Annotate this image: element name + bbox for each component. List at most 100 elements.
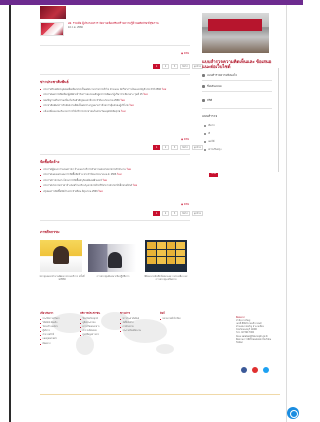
rss-icon: ◉ xyxy=(181,203,184,206)
twitter-icon[interactable] xyxy=(263,367,269,373)
social-links xyxy=(241,367,269,373)
contact-block: ติดต่อเรา สำนักงานใหญ่ เลขที่ 88/24 ถนนต… xyxy=(236,317,278,345)
page-2-button[interactable]: 2 xyxy=(162,145,169,150)
page-3-button[interactable]: 3 xyxy=(171,145,178,150)
last-page-button[interactable]: สุดท้าย xyxy=(191,145,204,150)
bullet-icon xyxy=(40,100,42,102)
footer-link[interactable]: ดาวน์โหลดเอกสาร xyxy=(80,326,114,329)
footer-column-about: เกี่ยวกับเรา ประวัติความเป็นมา วิสัยทัศน… xyxy=(40,311,74,347)
banner-image[interactable] xyxy=(40,6,66,19)
footer-link[interactable]: จัดซื้อจัดจ้าง xyxy=(120,322,154,325)
poll-option[interactable]: พอใช้ xyxy=(204,140,214,144)
page-2-button[interactable]: 2 xyxy=(162,64,169,69)
vote-button[interactable]: โหวต xyxy=(209,173,218,177)
gallery-caption[interactable]: การประชุมสัมมนาเชิงปฏิบัติการ xyxy=(88,275,138,278)
gallery-photo[interactable] xyxy=(145,240,187,272)
news-thumbnail[interactable] xyxy=(40,22,64,36)
document-icon xyxy=(202,74,205,78)
top-accent-bar xyxy=(0,0,303,5)
stats-link[interactable]: สถิติ xyxy=(202,98,212,103)
rss-link[interactable]: ◉ RSS xyxy=(181,138,189,141)
list-item[interactable]: ประกาศเผยแพร่แผนการจัดซื้อจัดจ้าง ประจำป… xyxy=(40,173,190,176)
poll-title: แบบสำรวจ xyxy=(202,114,218,118)
footer-link[interactable]: ร้องเรียนร้องทุกข์ xyxy=(80,318,114,321)
left-border xyxy=(9,5,11,422)
page-1-button[interactable]: 1 xyxy=(153,145,160,150)
sidebar-title: แบบสำรวจความคิดเห็นและ ข้อเสนอแนะต่อเว็บ… xyxy=(202,59,272,70)
pagination-top: 1 2 3 ถัดไป สุดท้าย xyxy=(153,64,204,69)
list-item[interactable]: ขอเชิญร่วมกิจกรรมเนื่องในวันสำคัญของชาติ… xyxy=(40,99,190,102)
news-item[interactable]: อย. ร่วมมือ ผู้ประกอบการ จัดงานเพื่อเสริ… xyxy=(68,21,186,29)
divider xyxy=(202,80,272,81)
list-item[interactable]: ประกาศราคากลางโครงการจัดซื้อครุภัณฑ์คอมพ… xyxy=(40,179,190,182)
list-item[interactable]: ประกาศผู้ชนะการเสนอราคา จ้างเหมาบริการทำ… xyxy=(40,168,190,171)
footer-heading: ลิงก์ xyxy=(160,311,165,315)
bullet-icon xyxy=(40,180,42,182)
list-item[interactable]: ประกาศประกวดราคาจ้างก่อสร้างปรับปรุงอาคา… xyxy=(40,184,190,187)
footer-link[interactable]: ประวัติความเป็นมา xyxy=(40,318,74,321)
footer-link[interactable]: วิสัยทัศน์ พันธกิจ xyxy=(40,322,74,325)
rss-link[interactable]: ◉ RSS xyxy=(181,52,189,55)
announcements-section: ข่าวประชาสัมพันธ์ ประกาศรับสมัครบุคคลเพื… xyxy=(40,79,190,115)
next-page-button[interactable]: ถัดไป xyxy=(180,145,190,150)
footer-column-news: ข่าวสาร ข่าวประชาสัมพันธ์ จัดซื้อจัดจ้าง… xyxy=(120,311,154,334)
gallery-photo[interactable] xyxy=(88,244,136,272)
page-1-button[interactable]: 1 xyxy=(153,64,160,69)
footer-link[interactable]: แผนยุทธศาสตร์ xyxy=(40,338,74,341)
page-1-button[interactable]: 1 xyxy=(153,211,160,216)
bullet-icon xyxy=(40,191,42,193)
page-3-button[interactable]: 3 xyxy=(171,64,178,69)
facebook-icon[interactable] xyxy=(241,367,247,373)
footer-column-links: ลิงก์ หน่วยงานที่เกี่ยวข้อง xyxy=(160,311,194,322)
youtube-icon[interactable] xyxy=(252,367,258,373)
footer-link[interactable]: โครงสร้างองค์กร xyxy=(40,326,74,329)
radio-icon xyxy=(204,148,207,152)
suggestion-link[interactable]: ข้อเสนอแนะ xyxy=(202,84,222,89)
footer-link[interactable]: ข่าวประชาสัมพันธ์ xyxy=(120,318,154,321)
list-item[interactable]: ประกาศผลการคัดเลือกผู้สมัครเข้ารับการอบร… xyxy=(40,93,190,96)
divider xyxy=(202,108,272,109)
gallery-caption[interactable]: ประชุมคณะทำงานพัฒนาระบบบริการ ครั้งที่ 1… xyxy=(38,275,86,281)
last-page-button[interactable]: สุดท้าย xyxy=(191,211,204,216)
sidebar-scroll-track[interactable] xyxy=(278,68,279,172)
procurement-section: จัดซื้อจัดจ้าง ประกาศผู้ชนะการเสนอราคา จ… xyxy=(40,159,190,195)
footer-link[interactable]: คำถามที่พบบ่อย xyxy=(80,330,114,333)
list-item[interactable]: สรุปผลการจัดซื้อจัดจ้างประจำเดือน มิถุนา… xyxy=(40,190,190,193)
poll-option[interactable]: ดีมาก xyxy=(204,124,215,128)
gallery-photo[interactable] xyxy=(40,240,82,272)
footer-link[interactable]: ผู้บริหาร xyxy=(40,330,74,333)
next-page-button[interactable]: ถัดไป xyxy=(180,211,190,216)
chat-icon[interactable] xyxy=(287,407,299,419)
radio-icon xyxy=(204,132,207,136)
next-page-button[interactable]: ถัดไป xyxy=(180,64,190,69)
footer-link[interactable]: ติดต่อเรา xyxy=(40,343,74,346)
poll-option[interactable]: ควรปรับปรุง xyxy=(204,148,221,152)
announcements-title: ข่าวประชาสัมพันธ์ xyxy=(40,80,69,84)
survey-link[interactable]: แบบสำรวจความพึงพอใจ xyxy=(202,73,237,78)
list-item[interactable]: ประกาศรับสมัครบุคคลเพื่อเลือกสรรเป็นพนัก… xyxy=(40,88,190,91)
rss-link[interactable]: ◉ RSS xyxy=(181,203,189,206)
poll-option[interactable]: ดี xyxy=(204,132,210,136)
footer-link[interactable]: อำนาจหน้าที่ xyxy=(40,334,74,337)
bullet-icon xyxy=(40,185,42,187)
footer-link[interactable]: ศูนย์ข้อมูลข่าวสาร xyxy=(80,334,114,337)
footer-heading: ข่าวสาร xyxy=(120,311,130,315)
page-2-button[interactable]: 2 xyxy=(162,211,169,216)
follow-text: ติดตามเราได้ที่ Facebook YouTube Twitter xyxy=(236,338,272,344)
page-3-button[interactable]: 3 xyxy=(171,211,178,216)
footer-heading: เกี่ยวกับเรา xyxy=(40,311,54,315)
footer-link[interactable]: ภาพกิจกรรม xyxy=(120,326,154,329)
sidebar-photo[interactable] xyxy=(202,13,269,53)
divider xyxy=(40,45,190,46)
gallery-caption[interactable]: พิธีลงนามบันทึกข้อตกลงความร่วมมือ และการ… xyxy=(143,275,189,281)
footer-link[interactable]: คู่มือประชาชน xyxy=(80,322,114,325)
pagination-announcements: 1 2 3 ถัดไป สุดท้าย xyxy=(153,145,204,150)
rss-icon: ◉ xyxy=(181,138,184,141)
bullet-icon xyxy=(40,174,42,176)
footer-link[interactable]: หน่วยงานที่เกี่ยวข้อง xyxy=(160,318,194,321)
list-item[interactable]: แจ้งเปลี่ยนแปลงวันเวลาการให้บริการประชาช… xyxy=(40,110,190,113)
bullet-icon xyxy=(40,89,42,91)
footer-link[interactable]: ประกาศรับสมัครงาน xyxy=(120,330,154,333)
list-item[interactable]: ประชาสัมพันธ์การรับฟังความคิดเห็นต่อร่าง… xyxy=(40,104,190,107)
right-border xyxy=(286,5,287,422)
